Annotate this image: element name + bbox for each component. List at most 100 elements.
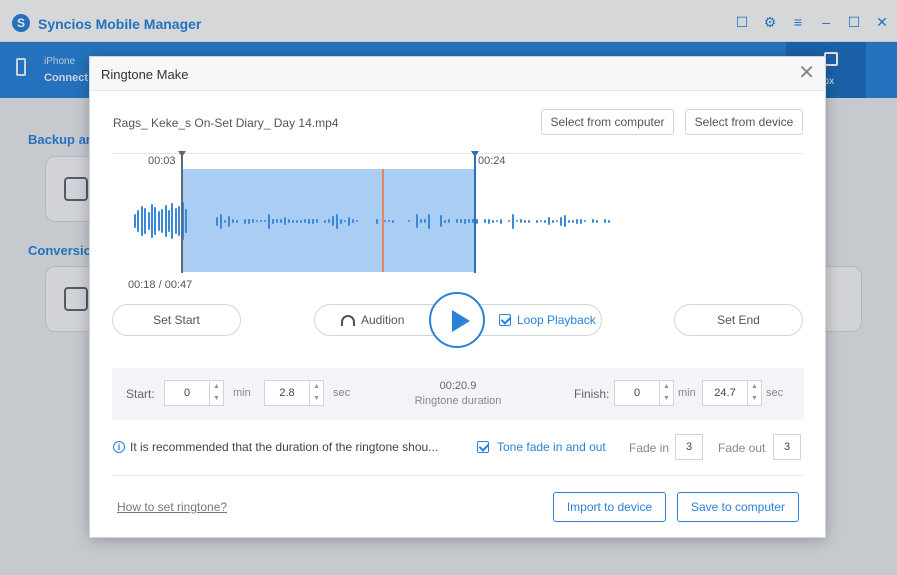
waveform-bar [228,215,230,227]
waveform-bar [164,205,167,237]
waveform-bar [340,218,342,224]
waveform-bar [548,217,550,225]
ringtone-duration-label: Ringtone duration [414,395,502,407]
finish-sec-value[interactable]: 24.7 [703,381,747,405]
save-to-computer-button[interactable]: Save to computer [677,492,799,522]
waveform-bar [500,218,502,224]
waveform-bar [384,220,386,222]
current-time: 00:18 / 00:47 [128,279,193,291]
waveform-bar [168,210,170,232]
audition-button[interactable]: Audition [341,305,404,335]
waveform-bar [592,219,594,223]
decrement-icon[interactable]: ▼ [660,393,673,405]
waveform-bar [464,218,466,224]
waveform-bar [296,219,298,223]
finish-label: Finish: [574,387,610,401]
waveform-editor[interactable]: 00:03 00:24 [112,151,804,273]
waveform-bar [268,213,270,229]
fade-out-input[interactable]: 3 [773,434,801,460]
increment-icon[interactable]: ▲ [660,381,673,393]
playhead [382,169,384,272]
ringtone-duration-value: 00:20.9 [439,380,477,392]
waveform-bar [232,219,234,223]
waveform-bar [178,206,181,236]
waveform-bar [496,220,498,222]
waveform-bar [140,206,143,236]
waveform-bar [428,213,430,229]
waveform-bar [528,219,530,223]
select-from-device-button[interactable]: Select from device [685,109,803,135]
tone-fade-label: Tone fade in and out [497,440,606,454]
headphone-icon [341,314,355,326]
waveform-bar [556,220,558,222]
waveform-bar [312,218,314,224]
waveform-bar [220,213,222,229]
fade-out-label: Fade out [718,441,766,455]
waveform-bar [420,219,422,223]
finish-min-value[interactable]: 0 [615,381,659,405]
waveform-bar [492,219,494,223]
fade-in-label: Fade in [629,441,670,455]
audition-label: Audition [361,313,405,327]
start-marker[interactable] [178,151,186,273]
waveform-bar [512,213,514,229]
waveform-bar [300,219,302,223]
how-to-set-ringtone-link[interactable]: How to set ringtone? [117,500,227,514]
increment-icon[interactable]: ▲ [748,381,761,393]
waveform-bar [572,219,574,223]
waveform-bar [424,219,426,223]
waveform-bar [328,219,330,223]
waveform-bar [484,219,486,223]
close-icon[interactable]: ✕ [798,63,815,83]
waveform-bar [356,220,358,222]
waveform-bar [264,220,266,222]
file-name: Rags_ Keke_s On-Set Diary_ Day 14.mp4 [113,116,339,130]
waveform-bar [284,217,286,225]
tone-fade-checkbox[interactable]: Tone fade in and out [477,440,606,454]
waveform-bar [157,211,160,231]
waveform-bar [288,219,290,223]
start-marker-time: 00:03 [148,155,176,167]
import-to-device-button[interactable]: Import to device [553,492,666,522]
waveform-bar [448,219,450,223]
waveform-bar [580,218,582,224]
waveform-bar [508,220,510,222]
waveform-bar [304,219,306,223]
fade-in-input[interactable]: 3 [675,434,703,460]
waveform-bar [134,214,136,228]
finish-sec-stepper[interactable]: 24.7 ▲ ▼ [702,380,762,406]
waveform-bar [596,219,598,223]
waveform-bar [608,219,610,223]
waveform-bar [147,212,150,230]
waveform-bar [540,220,542,222]
waveform-bar [308,218,310,224]
waveform-bar [552,219,554,223]
waveform-bar [292,219,294,223]
waveform-bar [280,219,282,223]
decrement-icon[interactable]: ▼ [748,393,761,405]
select-from-computer-button[interactable]: Select from computer [541,109,674,135]
waveform-bar [536,219,538,223]
waveform-bar [416,214,418,228]
waveform-bar [332,216,334,226]
waveform-bar [568,219,570,223]
loop-playback-label: Loop Playback [517,313,596,327]
waveform-bar [224,219,226,223]
set-start-button[interactable]: Set Start [112,304,241,336]
waveform-bar [316,219,318,223]
waveform-bar [171,203,174,239]
waveform-bar [460,219,462,223]
waveform-bar [520,219,522,223]
end-marker[interactable] [471,151,479,273]
waveform-bar [174,208,177,234]
finish-min-stepper[interactable]: 0 ▲ ▼ [614,380,674,406]
waveform-bar [336,213,338,229]
waveform-bar [476,218,478,224]
checkbox-icon [499,314,511,326]
set-end-button[interactable]: Set End [674,304,803,336]
waveform-bar [440,215,442,227]
waveform-bar [544,219,546,223]
recommendation-text: It is recommended that the duration of t… [130,440,439,454]
play-button[interactable] [429,292,485,348]
loop-playback-checkbox[interactable]: Loop Playback [499,305,596,335]
